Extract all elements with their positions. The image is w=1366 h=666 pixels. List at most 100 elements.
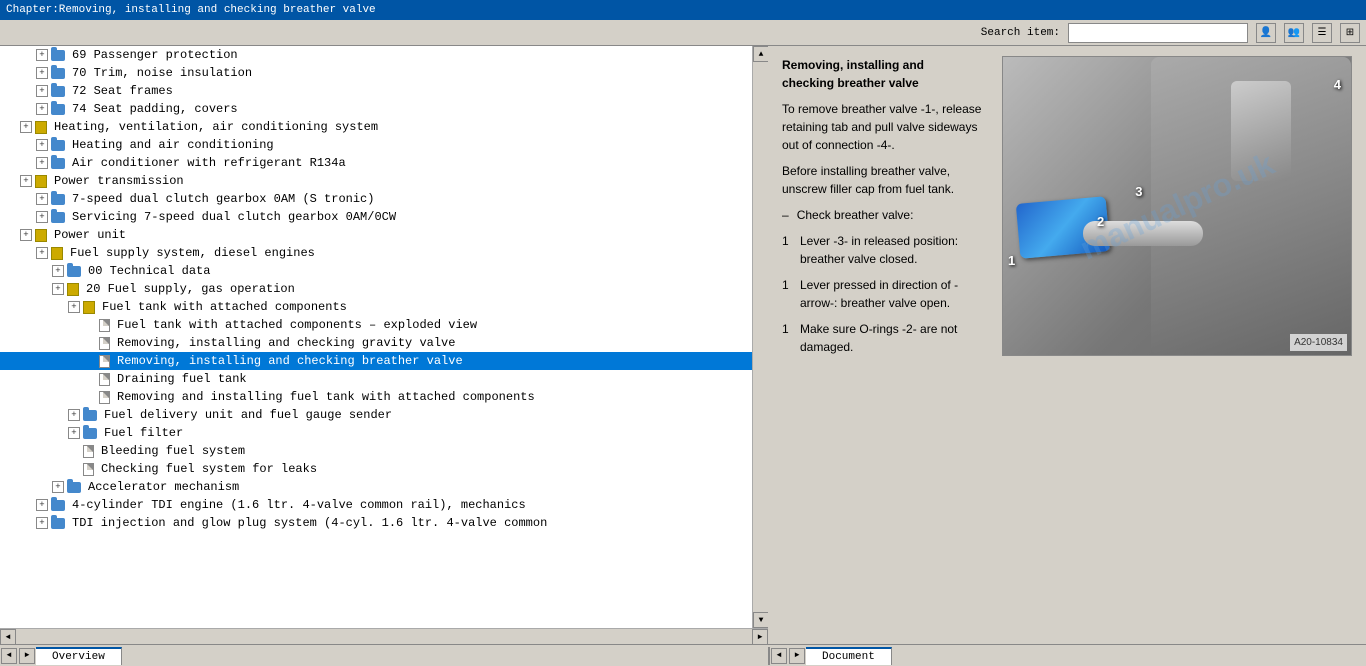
step-3: 1 Lever -3- in released position: breath… <box>782 232 982 268</box>
expand-icon-12[interactable]: + <box>36 247 48 259</box>
tree-item-5[interactable]: + Heating, ventilation, air conditioning … <box>0 118 752 136</box>
doc-nav-right-btn[interactable]: ► <box>789 648 805 664</box>
expand-icon-5[interactable]: + <box>20 121 32 133</box>
expand-icon-4[interactable]: + <box>36 103 48 115</box>
step-text-3: Lever -3- in released position: breather… <box>800 232 982 268</box>
menu-btn[interactable]: ☰ <box>1312 23 1332 43</box>
expand-icon-25[interactable]: + <box>52 481 64 493</box>
scroll-up-btn[interactable]: ▲ <box>753 46 768 62</box>
tree-label-18: Removing, installing and checking breath… <box>117 352 463 370</box>
tree-item-9[interactable]: +7-speed dual clutch gearbox 0AM (S tron… <box>0 190 752 208</box>
expand-icon-14[interactable]: + <box>52 283 64 295</box>
tree-item-4[interactable]: +74 Seat padding, covers <box>0 100 752 118</box>
expand-icon-9[interactable]: + <box>36 193 48 205</box>
tree-label-3: 72 Seat frames <box>72 82 173 100</box>
grid-btn[interactable]: ⊞ <box>1340 23 1360 43</box>
expand-icon-1[interactable]: + <box>36 49 48 61</box>
tree-label-7: Air conditioner with refrigerant R134a <box>72 154 346 172</box>
tree-label-15: Fuel tank with attached components <box>102 298 347 316</box>
tree-label-10: Servicing 7-speed dual clutch gearbox 0A… <box>72 208 396 226</box>
tree-item-24[interactable]: Checking fuel system for leaks <box>0 460 752 478</box>
tree-item-10[interactable]: + Servicing 7-speed dual clutch gearbox 0… <box>0 208 752 226</box>
tree-container: +69 Passenger protection+70 Trim, noise … <box>0 46 752 532</box>
img-label-4: 4 <box>1334 75 1341 95</box>
tree-item-21[interactable]: +Fuel delivery unit and fuel gauge sende… <box>0 406 752 424</box>
tree-h-scrollbar[interactable]: ◄ ► <box>0 628 768 644</box>
tree-item-15[interactable]: + Fuel tank with attached components <box>0 298 752 316</box>
expand-icon-2[interactable]: + <box>36 67 48 79</box>
tree-label-8: Power transmission <box>54 172 184 190</box>
step-dash-2: – <box>782 206 789 224</box>
overview-tab[interactable]: Overview <box>36 647 122 665</box>
doc-nav-left-btn[interactable]: ◄ <box>771 648 787 664</box>
tree-label-5: Heating, ventilation, air conditioning s… <box>54 118 378 136</box>
expand-icon-13[interactable]: + <box>52 265 64 277</box>
folder-icon-26 <box>51 500 65 511</box>
step-2: – Check breather valve: <box>782 206 982 224</box>
expand-icon-26[interactable]: + <box>36 499 48 511</box>
user-btn[interactable]: 👤 <box>1256 23 1276 43</box>
doc-icon-16 <box>99 319 110 332</box>
search-input[interactable] <box>1068 23 1248 43</box>
tree-item-6[interactable]: + Heating and air conditioning <box>0 136 752 154</box>
tree-item-23[interactable]: Bleeding fuel system <box>0 442 752 460</box>
scroll-right-btn[interactable]: ► <box>752 629 768 645</box>
tree-item-26[interactable]: +4-cylinder TDI engine (1.6 ltr. 4-valve… <box>0 496 752 514</box>
users-btn[interactable]: 👥 <box>1284 23 1304 43</box>
tree-item-2[interactable]: +70 Trim, noise insulation <box>0 64 752 82</box>
tree-item-22[interactable]: +Fuel filter <box>0 424 752 442</box>
nav-left-btn[interactable]: ◄ <box>1 648 17 664</box>
expand-icon-10[interactable]: + <box>36 211 48 223</box>
folder-icon-25 <box>67 482 81 493</box>
folder-icon-7 <box>51 158 65 169</box>
title-text: Chapter:Removing, installing and checkin… <box>6 4 376 16</box>
step-text-5: Make sure O-rings -2- are not damaged. <box>800 320 982 356</box>
tree-item-19[interactable]: Draining fuel tank <box>0 370 752 388</box>
tree-scrollbar[interactable]: ▲ ▼ <box>752 46 768 628</box>
scroll-down-btn[interactable]: ▼ <box>753 612 768 628</box>
tree-item-16[interactable]: Fuel tank with attached components – exp… <box>0 316 752 334</box>
tree-item-8[interactable]: + Power transmission <box>0 172 752 190</box>
book-icon-8 <box>35 175 47 188</box>
book-icon-12 <box>51 247 63 260</box>
tree-item-14[interactable]: +20 Fuel supply, gas operation <box>0 280 752 298</box>
step-num-5: 1 <box>782 320 796 356</box>
book-icon-14 <box>67 283 79 296</box>
expand-icon-15[interactable]: + <box>68 301 80 313</box>
expand-icon-8[interactable]: + <box>20 175 32 187</box>
tree-item-11[interactable]: + Power unit <box>0 226 752 244</box>
expand-icon-22[interactable]: + <box>68 427 80 439</box>
tree-item-1[interactable]: +69 Passenger protection <box>0 46 752 64</box>
search-label: Search item: <box>981 27 1060 39</box>
tree-item-3[interactable]: +72 Seat frames <box>0 82 752 100</box>
expand-icon-3[interactable]: + <box>36 85 48 97</box>
document-tab[interactable]: Document <box>806 647 892 665</box>
folder-icon-22 <box>83 428 97 439</box>
tree-label-14: 20 Fuel supply, gas operation <box>86 280 295 298</box>
scroll-left-btn[interactable]: ◄ <box>0 629 16 645</box>
tree-label-11: Power unit <box>54 226 126 244</box>
tree-item-12[interactable]: +Fuel supply system, diesel engines <box>0 244 752 262</box>
expand-icon-7[interactable]: + <box>36 157 48 169</box>
expand-icon-6[interactable]: + <box>36 139 48 151</box>
tree-item-20[interactable]: Removing and installing fuel tank with a… <box>0 388 752 406</box>
tree-label-17: Removing, installing and checking gravit… <box>117 334 455 352</box>
tree-item-7[interactable]: + Air conditioner with refrigerant R134a <box>0 154 752 172</box>
tree-item-18[interactable]: Removing, installing and checking breath… <box>0 352 752 370</box>
tree-label-19: Draining fuel tank <box>117 370 247 388</box>
expand-icon-21[interactable]: + <box>68 409 80 421</box>
toolbar: Search item: 👤 👥 ☰ ⊞ <box>0 20 1366 46</box>
nav-right-btn[interactable]: ► <box>19 648 35 664</box>
expand-icon-11[interactable]: + <box>20 229 32 241</box>
tree-label-24: Checking fuel system for leaks <box>101 460 317 478</box>
doc-icon-19 <box>99 373 110 386</box>
doc-icon-23 <box>83 445 94 458</box>
tree-item-27[interactable]: +TDI injection and glow plug system (4-c… <box>0 514 752 532</box>
tree-label-6: Heating and air conditioning <box>72 136 274 154</box>
tree-label-4: 74 Seat padding, covers <box>72 100 238 118</box>
tree-item-17[interactable]: Removing, installing and checking gravit… <box>0 334 752 352</box>
tree-item-13[interactable]: +00 Technical data <box>0 262 752 280</box>
tree-item-25[interactable]: +Accelerator mechanism <box>0 478 752 496</box>
book-icon-15 <box>83 301 95 314</box>
expand-icon-27[interactable]: + <box>36 517 48 529</box>
